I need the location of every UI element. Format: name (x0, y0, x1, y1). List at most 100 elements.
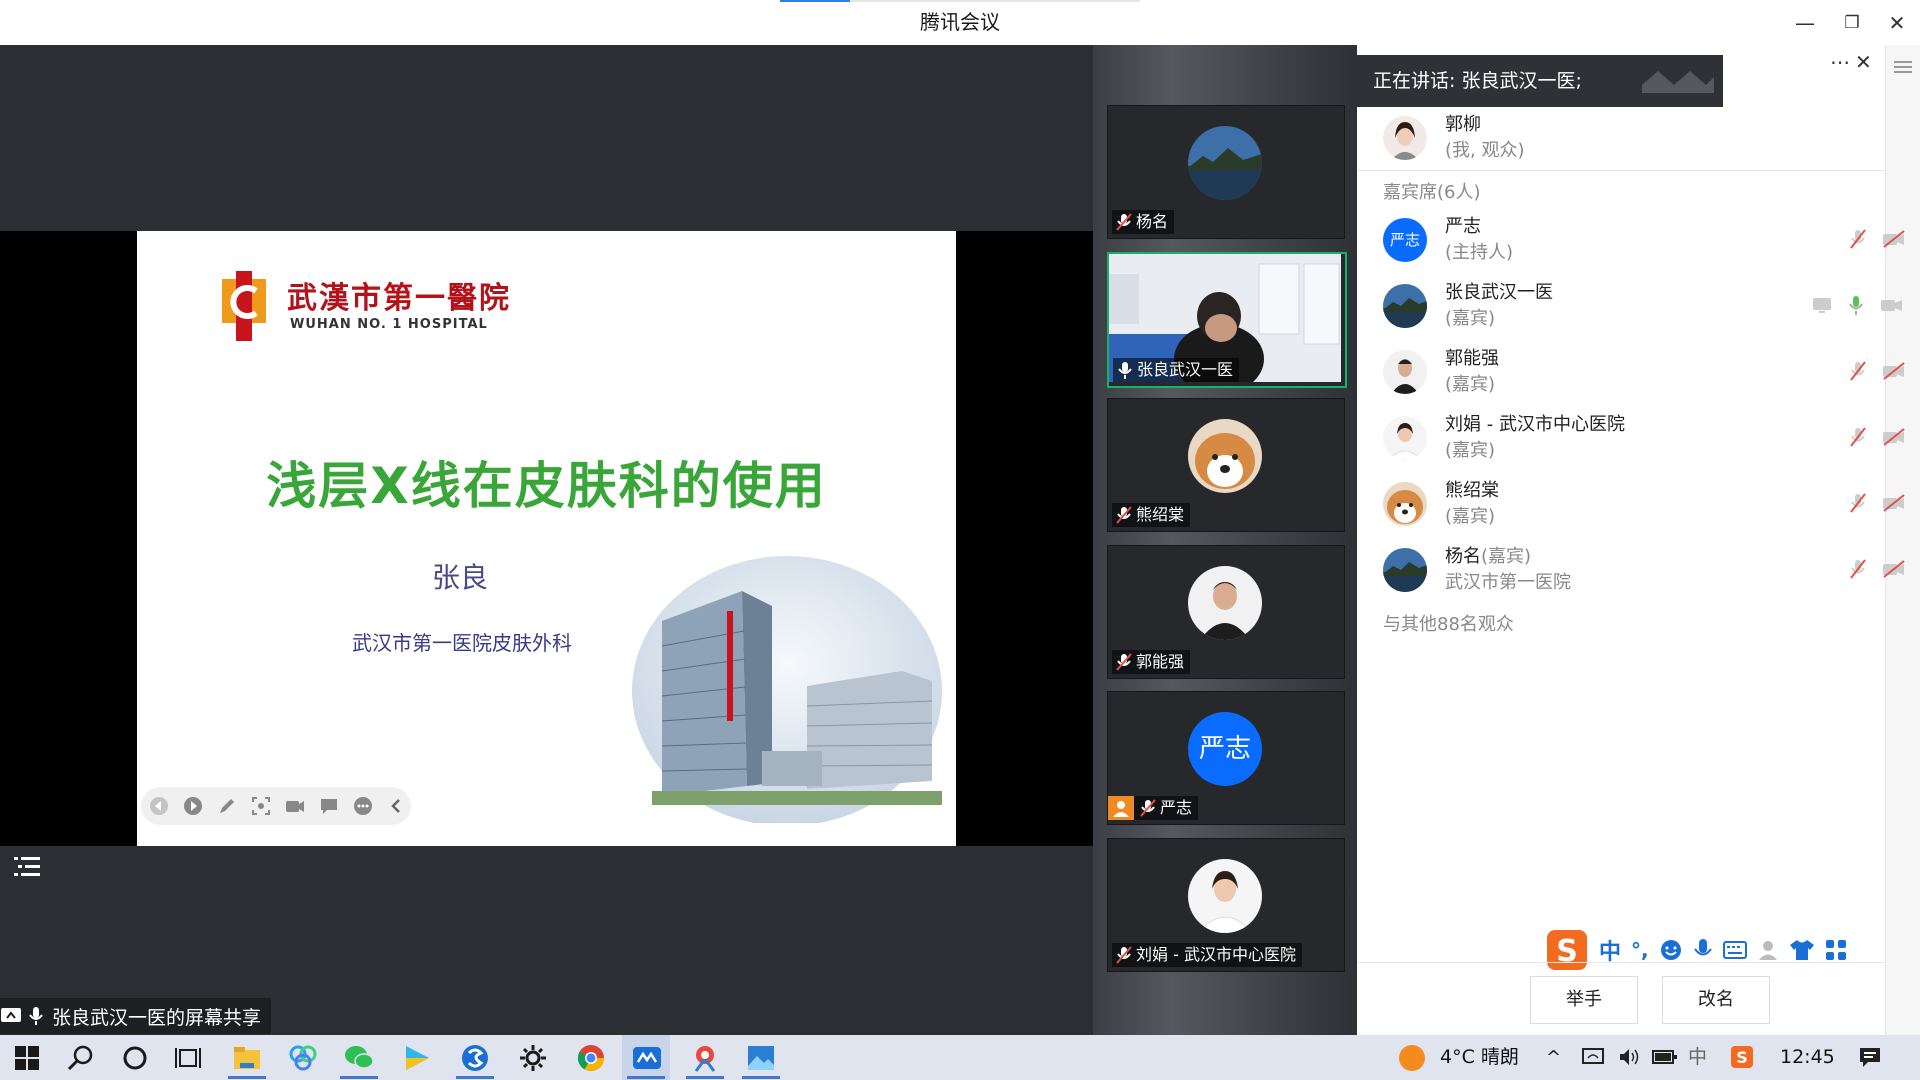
screen-share-icon (1, 1008, 21, 1022)
close-panel-icon[interactable]: ✕ (1855, 50, 1872, 74)
mic-muted-icon (1850, 229, 1866, 249)
participant-name: 杨名(嘉宾) (1445, 544, 1571, 570)
tile-name: 张良武汉一医 (1137, 360, 1234, 379)
hospital-name-en: WUHAN NO. 1 HOSPITAL (290, 317, 488, 332)
tile-name: 严志 (1160, 798, 1193, 817)
volume-icon[interactable] (1618, 1046, 1640, 1068)
camera-off-icon (1883, 428, 1905, 446)
screenshot-icon[interactable] (251, 796, 271, 816)
network-icon[interactable] (1582, 1046, 1604, 1068)
active-app-underline (686, 1076, 724, 1079)
user-icon[interactable] (1757, 939, 1779, 961)
participant-item[interactable]: 熊绍棠 (嘉宾) (1383, 476, 1499, 532)
ime-indicator[interactable]: 中 (1688, 1035, 1707, 1080)
tencent-meeting-icon[interactable] (630, 1041, 664, 1075)
participant-item[interactable]: 杨名(嘉宾) 武汉市第一医院 (1383, 542, 1571, 598)
participant-self[interactable]: 郭柳 (我, 观众) (1383, 110, 1525, 166)
participant-name: 郭柳 (1445, 114, 1481, 135)
camera-off-icon (1883, 362, 1905, 380)
cortana-icon[interactable] (118, 1041, 152, 1075)
mic-muted-icon (1850, 559, 1866, 579)
windows-start-icon[interactable] (10, 1041, 44, 1075)
screen-share-label: 张良武汉一医的屏幕共享 (52, 1006, 262, 1029)
emoji-icon[interactable] (1659, 938, 1683, 962)
video-tile[interactable]: 严志 严志 (1107, 691, 1345, 825)
comment-icon[interactable] (319, 796, 339, 816)
camera-icon[interactable] (285, 796, 305, 816)
task-view-icon[interactable] (172, 1041, 206, 1075)
participant-role: (嘉宾) (1445, 506, 1496, 527)
clock[interactable]: 12:45 (1780, 1035, 1835, 1080)
hamburger-icon[interactable] (1894, 59, 1912, 75)
slide-control-bar (141, 787, 411, 825)
avatar: 严志 (1188, 712, 1262, 786)
notification-icon[interactable] (1858, 1046, 1882, 1068)
rename-button[interactable]: 改名 (1662, 976, 1770, 1024)
skin-shirt-icon[interactable] (1789, 939, 1815, 961)
toolbox-grid-icon[interactable] (1825, 939, 1847, 961)
active-app-underline (456, 1076, 494, 1079)
play-icon[interactable] (183, 796, 203, 816)
video-tile[interactable]: 杨名 (1107, 105, 1345, 239)
participant-role: (嘉宾) (1445, 440, 1496, 461)
active-app-underline (742, 1076, 780, 1079)
participant-item[interactable]: 刘娟 - 武汉市中心医院 (嘉宾) (1383, 410, 1625, 466)
participant-name: 熊绍棠 (1445, 480, 1499, 501)
video-tile[interactable]: 熊绍棠 (1107, 398, 1345, 532)
list-menu-icon[interactable] (14, 855, 40, 879)
divider (1357, 170, 1885, 171)
collapse-icon[interactable] (386, 796, 406, 816)
voice-input-icon[interactable] (1693, 938, 1713, 962)
more-icon[interactable] (353, 796, 373, 816)
avatar (1188, 126, 1262, 200)
more-options-icon[interactable]: ⋯ (1830, 50, 1850, 74)
tile-label: 刘娟 - 武汉市中心医院 (1112, 943, 1302, 967)
camera-off-icon (1883, 560, 1905, 578)
hospital-name-cn: 武漢市第一醫院 (287, 281, 511, 316)
photos-icon[interactable] (744, 1041, 778, 1075)
participant-item[interactable]: 张良武汉一医 (嘉宾) (1383, 278, 1553, 334)
participant-name-text: 杨名 (1445, 546, 1481, 567)
keyboard-icon[interactable] (1722, 940, 1747, 960)
battery-icon[interactable] (1652, 1048, 1678, 1066)
video-tile[interactable]: 刘娟 - 武汉市中心医院 (1107, 838, 1345, 972)
search-icon[interactable] (64, 1041, 98, 1075)
ime-punct[interactable]: °, (1631, 938, 1649, 962)
sogou-tray-icon[interactable]: S (1730, 1045, 1754, 1069)
antivirus-app-icon[interactable] (688, 1041, 722, 1075)
participant-name: 郭能强 (1445, 348, 1499, 369)
participant-item[interactable]: 郭能强 (嘉宾) (1383, 344, 1499, 400)
close-button[interactable]: ✕ (1882, 8, 1912, 38)
avatar (1188, 566, 1262, 640)
raise-hand-button[interactable]: 举手 (1530, 976, 1638, 1024)
tray-expand-icon[interactable]: ^ (1546, 1035, 1561, 1080)
video-player-icon[interactable] (400, 1041, 434, 1075)
avatar (1188, 859, 1262, 933)
file-explorer-icon[interactable] (230, 1041, 264, 1075)
settings-gear-icon[interactable] (516, 1041, 550, 1075)
video-tile[interactable]: 郭能强 (1107, 545, 1345, 679)
status-icons (1848, 492, 1906, 514)
mic-active-icon (1849, 296, 1863, 315)
avatar (1383, 548, 1427, 592)
windows-taskbar: 4°C 晴朗 ^ 中 S 12:45 (0, 1035, 1920, 1080)
active-app-underline (627, 1076, 665, 1079)
sogou-logo-icon[interactable]: S (1545, 928, 1589, 972)
participant-item[interactable]: 严志 严志 (主持人) (1383, 212, 1513, 268)
mic-muted-icon (1116, 946, 1132, 964)
wechat-icon[interactable] (342, 1041, 376, 1075)
weather-text[interactable]: 4°C 晴朗 (1440, 1035, 1519, 1080)
host-badge-icon (1108, 796, 1134, 820)
pen-icon[interactable] (217, 796, 237, 816)
restore-button[interactable]: ❐ (1837, 8, 1867, 38)
other-audience-count[interactable]: 与其他88名观众 (1383, 610, 1514, 636)
participant-name: 刘娟 - 武汉市中心医院 (1445, 414, 1625, 435)
baidu-netdisk-icon[interactable] (286, 1041, 320, 1075)
sogou-browser-icon[interactable] (458, 1041, 492, 1075)
chrome-icon[interactable] (574, 1041, 608, 1075)
tile-label: 严志 (1108, 796, 1199, 820)
video-tile-active[interactable]: 张良武汉一医 (1107, 252, 1347, 388)
minimize-button[interactable]: — (1790, 8, 1820, 38)
svg-text:S: S (1556, 934, 1578, 969)
prev-slide-icon[interactable] (149, 796, 169, 816)
